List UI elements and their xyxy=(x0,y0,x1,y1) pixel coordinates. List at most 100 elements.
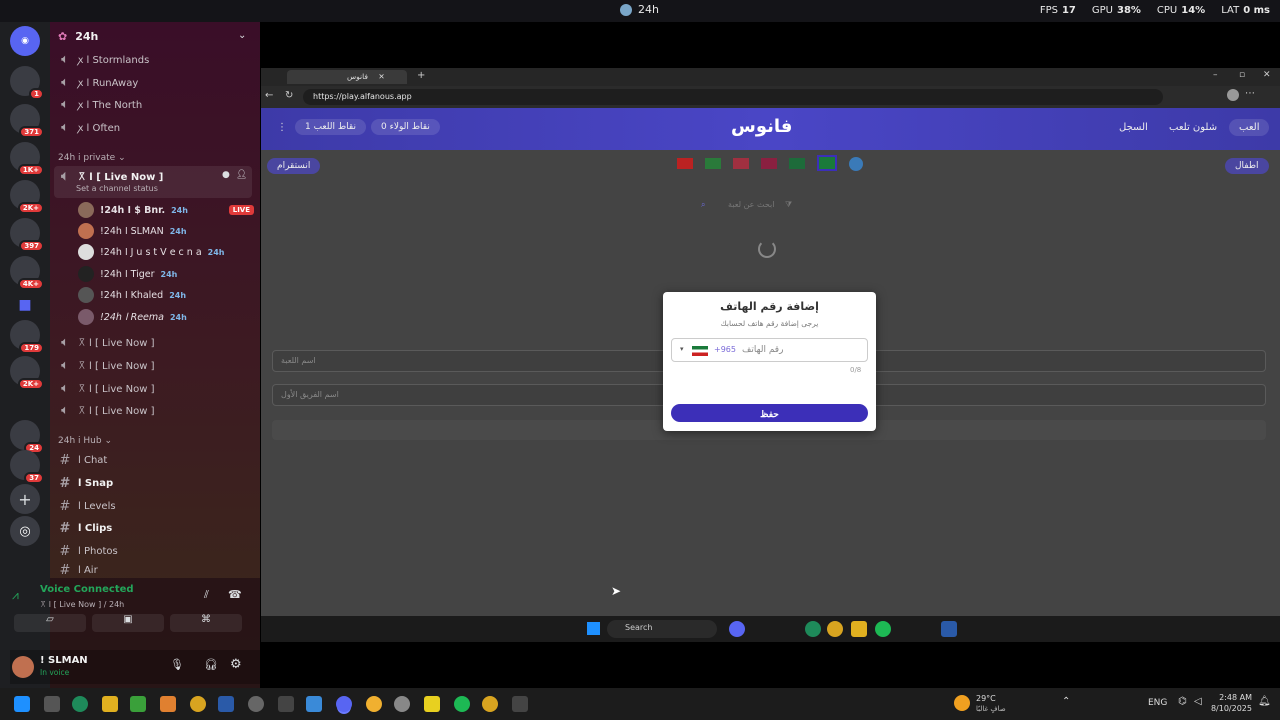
xbox-icon[interactable] xyxy=(130,696,146,712)
server-icon[interactable]: 1K+ xyxy=(10,142,44,176)
discord-icon[interactable] xyxy=(336,696,352,712)
back-icon[interactable]: ← xyxy=(265,90,273,101)
url-input[interactable]: https://play.alfanous.app xyxy=(303,89,1163,105)
voice-member[interactable]: !24h ا J u s t V e c n a 24h xyxy=(78,242,225,262)
close-window-icon[interactable]: ✕ xyxy=(1263,70,1271,80)
voice-status[interactable]: Voice Connected xyxy=(40,584,134,595)
voice-channel-label[interactable]: ꓃ ا [ Live Now ] / 24h xyxy=(40,598,124,609)
app-icon[interactable] xyxy=(160,696,176,712)
flag-icon[interactable] xyxy=(733,158,749,169)
category-hub[interactable]: 24h i Hub ⌄ xyxy=(58,436,112,446)
text-channel[interactable]: # ا Photos xyxy=(58,541,118,561)
chevron-down-icon[interactable]: ▾ xyxy=(680,345,684,353)
microphone-icon[interactable]: 🎙︎ xyxy=(170,658,184,671)
refresh-icon[interactable]: ↻ xyxy=(285,90,293,101)
country-code[interactable]: +965 xyxy=(714,345,736,354)
settings-icon[interactable] xyxy=(248,696,264,712)
channel-status[interactable]: Set a channel status xyxy=(76,184,158,193)
gear-icon[interactable]: ⚙ xyxy=(230,657,242,672)
server-header[interactable]: ✿ 24h xyxy=(58,30,98,43)
folder-icon[interactable]: ■ xyxy=(10,290,40,320)
app-icon[interactable] xyxy=(424,696,440,712)
spotify-icon[interactable] xyxy=(875,621,891,637)
voice-member[interactable]: !24h ا Tiger 24h xyxy=(78,264,177,284)
discord-home-icon[interactable]: ◉ xyxy=(10,26,40,56)
category-private[interactable]: 24h i private ⌄ xyxy=(58,153,126,163)
clock-date[interactable]: 8/10/2025 xyxy=(1208,704,1252,713)
discord-icon[interactable] xyxy=(729,621,745,637)
avatar[interactable] xyxy=(12,656,34,678)
voice-member[interactable]: !24h ا Khaled 24h xyxy=(78,285,186,305)
chat-bubble-icon[interactable]: ● xyxy=(222,170,230,180)
filter-icon[interactable]: ⧩ xyxy=(785,200,792,209)
nav-history[interactable]: السجل xyxy=(1119,122,1148,133)
activities-button[interactable]: ⌘ xyxy=(170,614,242,632)
site-logo[interactable]: فانوس xyxy=(731,116,792,137)
new-tab-icon[interactable]: + xyxy=(417,70,425,81)
chrome-icon[interactable] xyxy=(827,621,843,637)
edge-icon[interactable] xyxy=(72,696,88,712)
voice-channel[interactable]: 🔈︎ ꭗ ا Often xyxy=(58,117,120,137)
globe-icon[interactable] xyxy=(849,157,863,171)
windows-start-icon[interactable] xyxy=(587,622,600,635)
flag-icon[interactable] xyxy=(761,158,777,169)
loyalty-points-pill[interactable]: نقاط الولاء 0 xyxy=(371,119,440,135)
browser-tab[interactable]: فانوس ✕ xyxy=(287,70,407,84)
disconnect-icon[interactable]: ☎ xyxy=(228,588,242,601)
windows-start-icon[interactable] xyxy=(14,696,30,712)
more-menu-icon[interactable]: ⋯ xyxy=(1245,88,1255,99)
voice-channel[interactable]: 🔈︎ ꓃ ا [ Live Now ] xyxy=(58,400,154,420)
screen-share-button[interactable]: ▣ xyxy=(92,614,164,632)
steam-icon[interactable] xyxy=(218,696,234,712)
weather-icon[interactable] xyxy=(954,695,970,711)
minimize-icon[interactable]: – xyxy=(1213,70,1218,80)
server-icon[interactable]: 397 xyxy=(10,218,44,252)
username[interactable]: ! SLMAN xyxy=(40,655,88,666)
voice-member[interactable]: !24h ا $ Bnr. 24h LIVE xyxy=(78,200,258,220)
task-view-icon[interactable] xyxy=(44,696,60,712)
app-icon[interactable] xyxy=(366,696,382,712)
voice-member[interactable]: !24h ا Reema 24h xyxy=(78,307,187,327)
folder-icon[interactable] xyxy=(102,696,118,712)
headphones-icon[interactable]: 🎧︎ xyxy=(204,658,218,671)
flag-icon[interactable] xyxy=(705,158,721,169)
instagram-button[interactable]: انستقرام xyxy=(267,158,321,174)
server-icon[interactable]: 2K+ xyxy=(10,356,44,390)
active-voice-channel[interactable]: 🔈︎ ꓃ ا [ Live Now ] Set a channel status … xyxy=(54,166,252,198)
voice-channel[interactable]: 🔈︎ ꓃ ا [ Live Now ] xyxy=(58,332,154,352)
add-member-icon[interactable]: 👤︎ xyxy=(236,170,247,180)
play-points-pill[interactable]: نقاط اللعب 1 xyxy=(295,119,366,135)
chevron-down-icon[interactable]: ⌄ xyxy=(238,30,246,41)
voice-channel[interactable]: 🔈︎ ꭗ ا Stormlands xyxy=(58,49,149,69)
server-icon[interactable]: 371 xyxy=(10,104,44,138)
steam-icon[interactable] xyxy=(941,621,957,637)
add-server-icon[interactable]: + xyxy=(10,484,40,514)
notification-icon[interactable]: 🔔︎ xyxy=(1258,696,1271,707)
maximize-icon[interactable]: ▫ xyxy=(1239,70,1245,80)
volume-icon[interactable]: ◁ xyxy=(1194,696,1202,707)
nav-play[interactable]: العب xyxy=(1229,119,1270,136)
profile-avatar[interactable] xyxy=(1227,89,1239,101)
kids-button[interactable]: اطفال xyxy=(1225,158,1269,174)
voice-channel[interactable]: 🔈︎ ꭗ ا RunAway xyxy=(58,72,138,92)
text-channel[interactable]: # ا Levels xyxy=(58,496,116,516)
language-indicator[interactable]: ENG xyxy=(1148,698,1167,708)
text-channel[interactable]: # ا Air xyxy=(58,564,98,576)
epic-games-icon[interactable] xyxy=(278,696,294,712)
spotify-icon[interactable] xyxy=(454,696,470,712)
server-icon[interactable]: 1 xyxy=(10,66,44,100)
voice-channel[interactable]: 🔈︎ ꓃ ا [ Live Now ] xyxy=(58,378,154,398)
voice-member[interactable]: !24h ا SLMAN 24h xyxy=(78,221,187,241)
text-channel[interactable]: # ا Clips xyxy=(58,518,113,538)
store-icon[interactable] xyxy=(306,696,322,712)
noise-suppression-icon[interactable]: ⫽ xyxy=(204,588,209,602)
kuwait-flag-icon[interactable] xyxy=(692,346,708,356)
server-icon[interactable]: 24 xyxy=(10,420,44,454)
flag-icon[interactable] xyxy=(677,158,693,169)
text-channel[interactable]: # ا Chat xyxy=(58,450,108,470)
flag-icon[interactable] xyxy=(789,158,805,169)
weather-desc[interactable]: صافٍ غالبًا xyxy=(976,705,1006,713)
folder-icon[interactable] xyxy=(851,621,867,637)
weather-temp[interactable]: 29°C xyxy=(976,694,996,703)
search-bar[interactable]: ⌕ ابحث عن لعبة ⧩ xyxy=(701,200,831,214)
